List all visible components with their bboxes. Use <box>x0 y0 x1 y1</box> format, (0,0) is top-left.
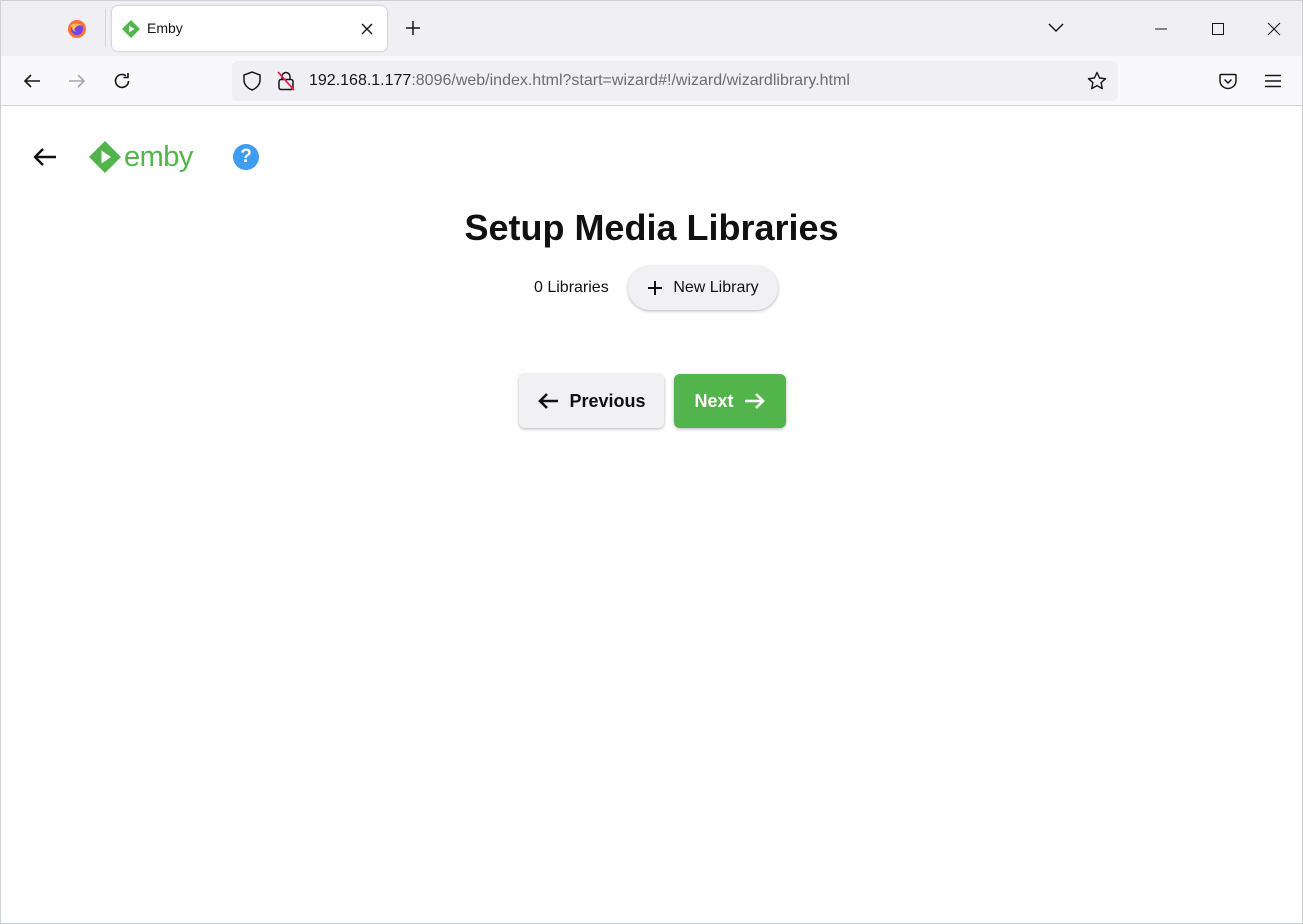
arrow-right-icon <box>69 74 86 88</box>
pocket-icon <box>1219 73 1237 89</box>
url-path: :8096/web/index.html?start=wizard#!/wiza… <box>411 72 850 89</box>
next-label: Next <box>694 390 734 411</box>
window-close-button[interactable] <box>1246 1 1302 56</box>
close-icon <box>1267 22 1281 35</box>
emby-logo: emby <box>88 139 193 175</box>
tab-separator <box>105 9 106 47</box>
plus-icon <box>406 21 420 35</box>
shield-icon <box>243 71 261 91</box>
minimize-button[interactable] <box>1133 1 1189 56</box>
address-bar[interactable]: 192.168.1.177:8096/web/index.html?start=… <box>232 61 1118 101</box>
url-host: 192.168.1.177 <box>309 72 412 89</box>
new-library-label: New Library <box>673 279 759 296</box>
url-text[interactable]: 192.168.1.177:8096/web/index.html?start=… <box>309 72 850 90</box>
hamburger-menu-icon <box>1265 74 1281 88</box>
insecure-lock-icon <box>277 71 295 91</box>
maximize-button[interactable] <box>1190 1 1246 56</box>
navigation-toolbar: 192.168.1.177:8096/web/index.html?start=… <box>1 56 1302 106</box>
connection-info-button[interactable] <box>276 71 296 91</box>
close-icon <box>361 23 373 35</box>
tab-title: Emby <box>147 20 183 36</box>
help-button[interactable]: ? <box>233 144 259 170</box>
emby-favicon-icon <box>122 20 140 38</box>
previous-label: Previous <box>569 390 646 411</box>
reload-icon <box>114 73 130 89</box>
app-menu-button[interactable] <box>1258 66 1288 96</box>
firefox-view-button[interactable] <box>57 9 97 49</box>
close-tab-button[interactable] <box>356 18 378 40</box>
tab-emby[interactable]: Emby <box>112 6 387 51</box>
tab-strip: Emby <box>1 1 1302 56</box>
maximize-icon <box>1212 22 1224 35</box>
list-all-tabs-button[interactable] <box>1041 14 1071 42</box>
back-button[interactable] <box>17 66 47 96</box>
previous-button[interactable]: Previous <box>519 374 664 428</box>
next-button[interactable]: Next <box>674 374 786 428</box>
firefox-icon <box>68 20 86 38</box>
new-tab-button[interactable] <box>399 14 427 42</box>
app-back-button[interactable] <box>29 141 61 173</box>
minimize-icon <box>1155 28 1167 29</box>
arrow-left-icon <box>33 148 56 166</box>
reload-button[interactable] <box>107 66 137 96</box>
emby-logo-icon <box>89 141 121 173</box>
bookmark-button[interactable] <box>1086 70 1108 92</box>
page-content: emby ? Setup Media Libraries 0 Libraries… <box>1 107 1302 923</box>
new-library-button[interactable]: New Library <box>628 266 778 310</box>
help-icon: ? <box>240 146 252 167</box>
arrow-left-icon <box>538 393 559 409</box>
library-count: 0 Libraries <box>534 279 609 296</box>
logo-text: emby <box>124 140 193 173</box>
star-icon <box>1087 71 1107 90</box>
save-to-pocket-button[interactable] <box>1213 66 1243 96</box>
page-title: Setup Media Libraries <box>464 207 839 248</box>
browser-window: Emby 192.168.1.177:8096/web/index.html?s… <box>0 0 1303 924</box>
arrow-right-icon <box>744 393 765 409</box>
forward-button[interactable] <box>62 66 92 96</box>
chevron-down-icon <box>1048 23 1064 33</box>
plus-icon <box>648 281 663 295</box>
tracking-protection-button[interactable] <box>242 71 262 91</box>
arrow-left-icon <box>23 74 40 88</box>
